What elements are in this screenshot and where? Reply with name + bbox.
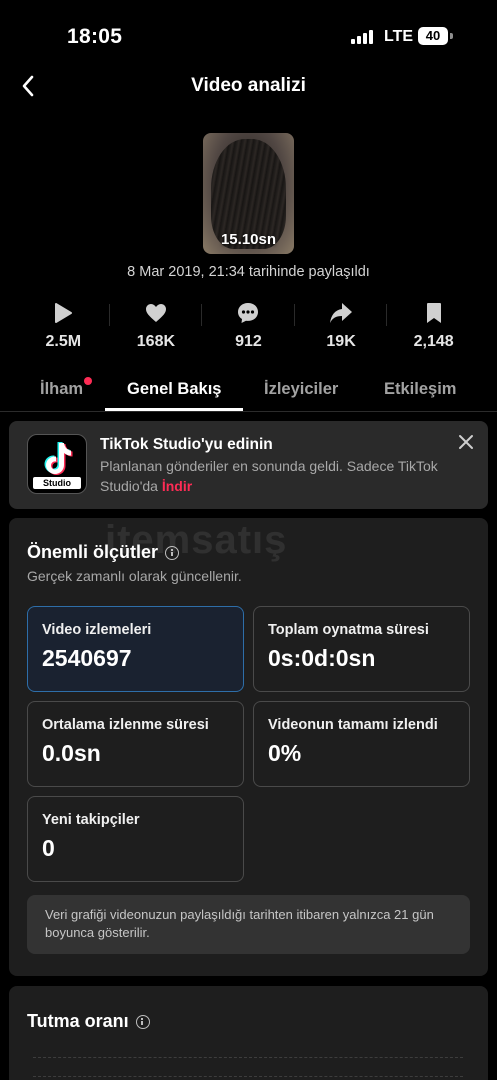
notice-text: Veri grafiği videonuzun paylaşıldığı tar…: [45, 907, 434, 940]
comment-icon: [238, 303, 259, 323]
battery-tip: [450, 33, 453, 39]
metric-label: Ortalama izlenme süresi: [42, 717, 209, 733]
stat-value: 2.5M: [45, 333, 82, 350]
status-time: 18:05: [67, 25, 123, 48]
key-metrics-subtitle: Gerçek zamanlı olarak güncellenir.: [27, 568, 242, 584]
tab-label: İzleyiciler: [264, 380, 339, 398]
retention-title: Tutma oranı: [27, 1011, 150, 1032]
metric-watched-full[interactable]: Videonun tamamı izlendi 0%: [253, 701, 470, 787]
studio-logo-label: Studio: [33, 477, 81, 489]
stats-row: 2.5M 168K 912 19K 2,148: [17, 300, 480, 355]
metric-video-views[interactable]: Video izlemeleri 2540697: [27, 606, 244, 692]
tab-inspiration[interactable]: İlham: [40, 377, 93, 399]
section-title: Tutma oranı: [27, 1011, 129, 1031]
metric-label: Yeni takipçiler: [42, 812, 140, 828]
nav-bar: Video analizi: [0, 70, 497, 104]
metric-value: 0.0sn: [42, 740, 101, 766]
signal-icon: [351, 30, 375, 44]
bookmark-icon: [426, 303, 441, 323]
heart-icon: [145, 304, 166, 322]
tab-engagement[interactable]: Etkileşim: [384, 380, 456, 399]
info-icon[interactable]: [135, 1014, 150, 1029]
play-icon: [55, 303, 73, 323]
stat-value: 19K: [326, 333, 356, 350]
key-metrics-title: Önemli ölçütler: [27, 542, 180, 563]
chart-gridline: [33, 1076, 463, 1077]
section-title: Önemli ölçütler: [27, 542, 159, 562]
retention-card: Tutma oranı: [9, 986, 488, 1080]
promo-body: Planlanan gönderiler en sonunda geldi. S…: [100, 456, 440, 496]
tab-label: Genel Bakış: [127, 380, 222, 398]
data-notice: Veri grafiği videonuzun paylaşıldığı tar…: [27, 895, 470, 954]
metric-value: 2540697: [42, 645, 132, 671]
posted-date: 8 Mar 2019, 21:34 tarihinde paylaşıldı: [127, 264, 370, 280]
tiktok-note-icon: [44, 442, 73, 475]
promo-title: TikTok Studio'yu edinin: [100, 436, 273, 453]
metric-new-followers[interactable]: Yeni takipçiler 0: [27, 796, 244, 882]
tab-bar: İlham Genel Bakış İzleyiciler Etkileşim: [0, 368, 497, 412]
active-tab-indicator: [105, 408, 243, 411]
stat-likes: 168K: [110, 300, 203, 355]
metric-value: 0s:0d:0sn: [268, 645, 376, 671]
metric-label: Toplam oynatma süresi: [268, 622, 429, 638]
close-icon[interactable]: [457, 433, 475, 451]
video-thumbnail[interactable]: 15.10sn: [203, 133, 294, 254]
share-icon: [330, 303, 353, 323]
tab-label: Etkileşim: [384, 380, 457, 398]
metric-total-play-time[interactable]: Toplam oynatma süresi 0s:0d:0sn: [253, 606, 470, 692]
stat-value: 912: [235, 333, 262, 350]
metric-average-watch-time[interactable]: Ortalama izlenme süresi 0.0sn: [27, 701, 244, 787]
tab-overview[interactable]: Genel Bakış: [127, 380, 221, 399]
status-bar: 18:05 LTE 40: [0, 0, 497, 70]
download-link[interactable]: İndir: [162, 478, 192, 494]
promo-text: Planlanan gönderiler en sonunda geldi. S…: [100, 458, 438, 494]
stat-shares: 19K: [295, 300, 388, 355]
stat-value: 2,148: [413, 333, 454, 350]
tab-viewers[interactable]: İzleyiciler: [264, 380, 338, 399]
stat-views: 2.5M: [17, 300, 110, 355]
stat-comments: 912: [202, 300, 295, 355]
network-label: LTE: [384, 28, 414, 45]
chart-gridline: [33, 1057, 463, 1058]
metric-label: Video izlemeleri: [42, 622, 152, 638]
tab-label: İlham: [40, 380, 84, 398]
notification-dot: [84, 377, 93, 385]
info-icon[interactable]: [165, 545, 180, 560]
stat-value: 168K: [136, 333, 176, 350]
metric-label: Videonun tamamı izlendi: [268, 717, 438, 733]
key-metrics-card: itemsatış Önemli ölçütler Gerçek zamanlı…: [9, 518, 488, 976]
metric-value: 0%: [268, 740, 302, 766]
studio-promo-banner[interactable]: Studio TikTok Studio'yu edinin Planlanan…: [9, 421, 488, 509]
battery-icon: 40: [418, 27, 448, 45]
stat-saves: 2,148: [387, 300, 480, 355]
video-duration: 15.10sn: [220, 231, 277, 248]
tiktok-studio-logo: Studio: [27, 434, 87, 494]
metric-value: 0: [42, 835, 55, 861]
page-title: Video analizi: [191, 75, 306, 96]
